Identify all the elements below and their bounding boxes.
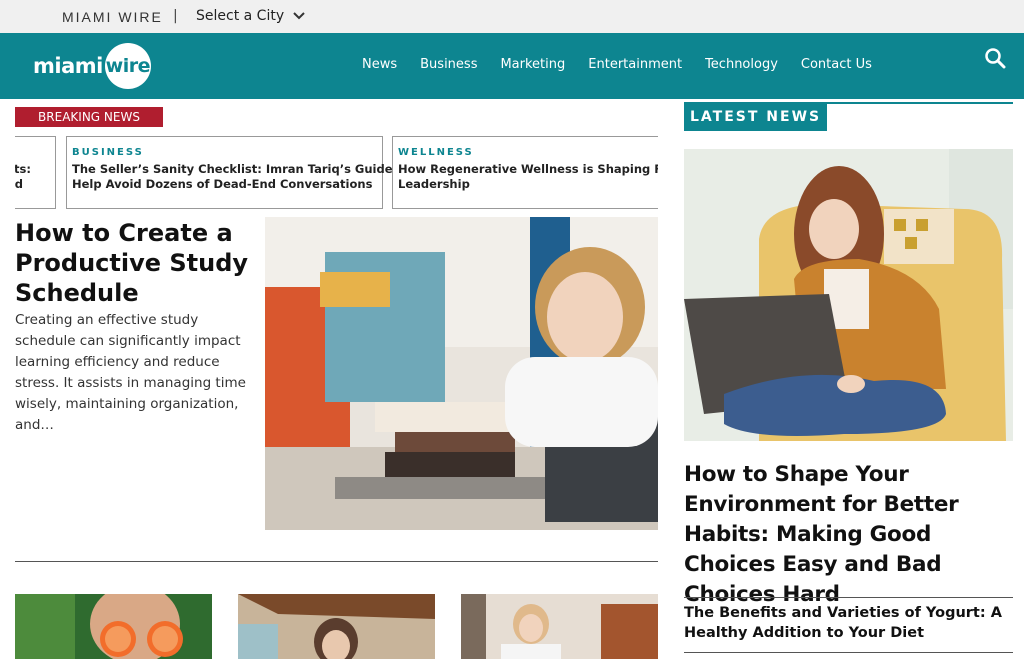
side-divider	[684, 597, 1013, 598]
ticker-title-line1: ts:	[15, 162, 31, 176]
ticker-item[interactable]: WELLNESS How Regenerative Wellness is Sh…	[392, 136, 658, 209]
latest-news-image[interactable]	[684, 149, 1013, 441]
thumbnail-photo-oranges	[15, 594, 212, 659]
chevron-down-icon	[293, 12, 305, 20]
main-navbar: miami wire News Business Marketing Enter…	[0, 33, 1024, 99]
latest-photo-illustration	[684, 149, 1013, 441]
ticker-title-line2: Leadership	[398, 177, 470, 191]
story-thumbnail[interactable]	[461, 594, 658, 659]
thumbnail-photo-cafe	[238, 594, 435, 659]
nav-business[interactable]: Business	[420, 57, 477, 72]
nav-entertainment[interactable]: Entertainment	[588, 57, 682, 72]
feature-excerpt: Creating an effective study schedule can…	[15, 312, 246, 433]
primary-nav: News Business Marketing Entertainment Te…	[362, 57, 872, 72]
top-utility-bar: MIAMI WIRE | Select a City	[0, 0, 1024, 33]
feature-headline[interactable]: How to Create a Productive Study Schedul…	[15, 218, 255, 308]
logo-text-wire: wire	[105, 55, 151, 77]
section-divider	[15, 561, 658, 562]
ticker-category	[15, 147, 49, 158]
feature-image[interactable]	[265, 217, 658, 530]
site-logo[interactable]: miami wire	[33, 43, 151, 89]
logo-circle: wire	[104, 43, 151, 89]
logo-text-miami: miami	[33, 54, 103, 78]
news-ticker: ts: d BUSINESS The Seller’s Sanity Check…	[15, 136, 658, 209]
ticker-title-line2: d	[15, 177, 23, 191]
ticker-item[interactable]: ts: d	[15, 136, 56, 209]
search-icon[interactable]	[984, 47, 1006, 69]
ticker-title-line1: The Seller’s Sanity Checklist: Imran Tar…	[72, 162, 410, 176]
separator: |	[173, 8, 178, 24]
city-select-label: Select a City	[196, 8, 285, 24]
feature-photo-illustration	[265, 217, 658, 530]
latest-lead-headline[interactable]: How to Shape Your Environment for Better…	[684, 460, 1019, 610]
nav-marketing[interactable]: Marketing	[500, 57, 565, 72]
ticker-title-line1: How Regenerative Wellness is Shaping Fou…	[398, 162, 658, 176]
nav-technology[interactable]: Technology	[705, 57, 778, 72]
ticker-item[interactable]: BUSINESS The Seller’s Sanity Checklist: …	[66, 136, 410, 209]
ticker-category: WELLNESS	[398, 147, 474, 158]
ticker-title-line2: Help Avoid Dozens of Dead-End Conversati…	[72, 177, 373, 191]
nav-news[interactable]: News	[362, 57, 397, 72]
thumbnail-photo-kitchen	[461, 594, 658, 659]
site-name[interactable]: MIAMI WIRE	[62, 9, 163, 25]
nav-contact-us[interactable]: Contact Us	[801, 57, 872, 72]
breaking-news-badge: BREAKING NEWS	[15, 107, 163, 127]
story-thumbnail[interactable]	[238, 594, 435, 659]
latest-news-heading: LATEST NEWS	[684, 104, 828, 131]
latest-secondary-headline[interactable]: The Benefits and Varieties of Yogurt: A …	[684, 603, 1013, 643]
story-thumbnail[interactable]	[15, 594, 212, 659]
side-divider	[684, 652, 1013, 653]
city-select-dropdown[interactable]: Select a City	[196, 8, 306, 24]
ticker-category: BUSINESS	[72, 147, 144, 158]
